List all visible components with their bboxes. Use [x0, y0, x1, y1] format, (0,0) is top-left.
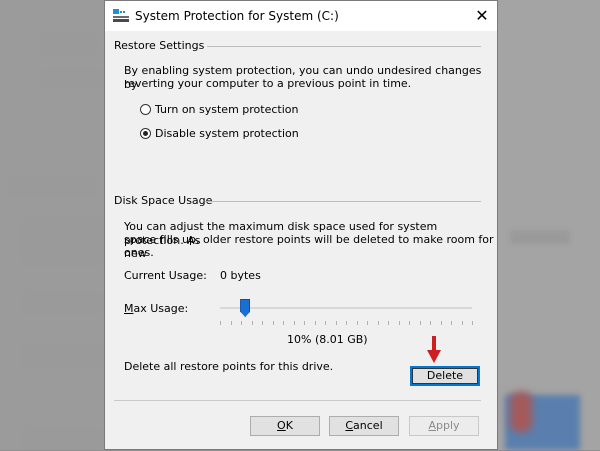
slider-tick: [441, 321, 442, 325]
dialog-title: System Protection for System (C:): [135, 9, 339, 23]
slider-tick: [325, 321, 326, 325]
background-red-arrow: [510, 392, 532, 432]
close-icon[interactable]: ✕: [467, 1, 497, 31]
max-usage-slider-ticks: [220, 321, 473, 325]
max-usage-value: 10% (8.01 GB): [287, 333, 368, 346]
footer-divider: [114, 400, 481, 401]
delete-restore-points-text: Delete all restore points for this drive…: [124, 360, 334, 373]
background-blur-shape: [510, 230, 570, 244]
slider-tick: [451, 321, 452, 325]
slider-tick: [357, 321, 358, 325]
slider-tick: [241, 321, 242, 325]
disable-protection-option[interactable]: Disable system protection: [140, 126, 299, 140]
background-blur-shape: [12, 180, 92, 192]
slider-tick: [399, 321, 400, 325]
disk-space-heading: Disk Space Usage: [114, 194, 213, 207]
slider-tick: [273, 321, 274, 325]
background-right-area: [498, 0, 600, 450]
slider-tick: [378, 321, 379, 325]
cancel-accesskey: C: [345, 419, 354, 432]
current-usage-value: 0 bytes: [220, 269, 261, 282]
slider-tick: [304, 321, 305, 325]
slider-tick: [462, 321, 463, 325]
slider-tick: [262, 321, 263, 325]
disable-protection-label: Disable system protection: [155, 126, 299, 140]
delete-button[interactable]: Delete: [410, 366, 480, 386]
max-usage-label: Max Usage:: [124, 302, 188, 316]
slider-tick: [252, 321, 253, 325]
background-blur-shape: [45, 72, 100, 84]
background-blur-shape: [25, 432, 100, 446]
slider-tick: [346, 321, 347, 325]
slider-tick: [283, 321, 284, 325]
slider-tick: [367, 321, 368, 325]
apply-rest: pply: [436, 419, 460, 432]
restore-settings-heading: Restore Settings: [114, 39, 205, 52]
title-bar: System Protection for System (C:) ✕: [105, 1, 497, 31]
apply-button[interactable]: Apply: [409, 416, 479, 436]
slider-tick: [409, 321, 410, 325]
slider-tick: [315, 321, 316, 325]
max-usage-label-rest: ax Usage:: [133, 302, 189, 315]
disk-space-description-line2: space fills up, older restore points wil…: [124, 233, 494, 260]
background-blur-shape: [25, 348, 100, 362]
restore-settings-divider: [207, 46, 481, 47]
disk-space-description-line3: ones.: [124, 246, 154, 259]
max-usage-slider-track[interactable]: [220, 307, 472, 309]
turn-on-protection-option[interactable]: Turn on system protection: [140, 102, 298, 116]
slider-tick: [220, 321, 221, 325]
background-blur-shape: [25, 222, 100, 262]
max-usage-label-accesskey: M: [124, 302, 134, 315]
slider-tick: [336, 321, 337, 325]
slider-tick: [294, 321, 295, 325]
max-usage-slider-thumb[interactable]: [240, 299, 251, 317]
ok-rest: K: [285, 419, 293, 432]
slider-tick: [420, 321, 421, 325]
slider-tick: [472, 321, 473, 325]
ok-button[interactable]: OK: [250, 416, 320, 436]
slider-tick: [388, 321, 389, 325]
ok-accesskey: O: [277, 419, 286, 432]
system-protection-dialog: System Protection for System (C:) ✕ Rest…: [104, 0, 498, 450]
cancel-button[interactable]: Cancel: [329, 416, 399, 436]
current-usage-label: Current Usage:: [124, 269, 207, 282]
background-blur-shape: [45, 38, 95, 50]
slider-tick: [430, 321, 431, 325]
disable-protection-radio[interactable]: [140, 127, 151, 139]
cancel-rest: ancel: [353, 419, 383, 432]
background-blur-shape: [25, 296, 100, 310]
turn-on-protection-radio[interactable]: [140, 103, 151, 115]
turn-on-protection-label: Turn on system protection: [155, 102, 299, 116]
restore-settings-description-line2: reverting your computer to a previous po…: [124, 77, 412, 90]
system-properties-icon: [113, 9, 129, 22]
red-arrow-down-icon: [427, 336, 441, 363]
apply-accesskey: A: [428, 419, 436, 432]
dialog-content: Restore Settings By enabling system prot…: [105, 31, 497, 451]
disk-space-divider: [205, 201, 481, 202]
slider-tick: [231, 321, 232, 325]
